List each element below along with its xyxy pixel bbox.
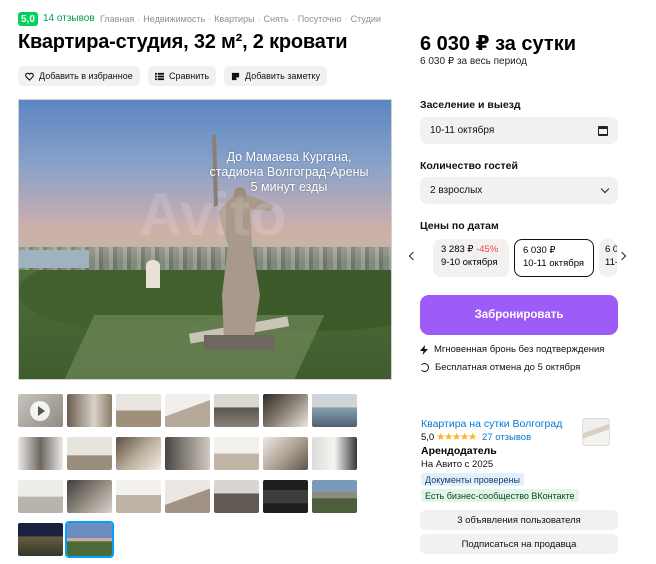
thumbnail[interactable] <box>67 394 112 427</box>
breadcrumb-realty[interactable]: Недвижимость <box>143 14 205 24</box>
breadcrumb-studios[interactable]: Студии <box>351 14 381 24</box>
date-card-price: 6 030 ₽ <box>523 245 556 256</box>
thumbnail[interactable] <box>263 437 308 470</box>
thumbnail[interactable] <box>18 523 63 556</box>
breadcrumb-separator: · <box>291 14 295 24</box>
price-total-period: 6 030 ₽ за весь период <box>420 56 527 67</box>
main-photo[interactable]: Avito До Мамаева Кургана, стадиона Волго… <box>18 99 392 380</box>
breadcrumb-separator: · <box>137 14 141 24</box>
add-note-button[interactable]: Добавить заметку <box>224 66 327 86</box>
seller-avatar[interactable] <box>582 418 610 446</box>
lightning-icon <box>420 344 428 355</box>
seller-rating-value: 5,0 <box>421 432 435 443</box>
thumbnail[interactable] <box>312 437 357 470</box>
seller-since: На Авито с 2025 <box>421 459 494 470</box>
compare-button[interactable]: Сравнить <box>148 66 217 86</box>
free-cancellation-info: Бесплатная отмена до 5 октября <box>420 362 580 373</box>
thumbnail[interactable] <box>116 437 161 470</box>
photo-caption-line: До Мамаева Кургана, <box>226 150 352 164</box>
free-cancellation-text: Бесплатная отмена до 5 октября <box>435 362 581 373</box>
rating-badge: 5,0 <box>18 12 38 26</box>
breadcrumb-separator: · <box>208 14 212 24</box>
date-card-discount: -45% <box>476 244 499 255</box>
note-icon <box>231 72 240 80</box>
date-price-card[interactable]: 3 283 ₽ -45% 9-10 октября <box>433 239 509 277</box>
add-to-favorites-label: Добавить в избранное <box>39 71 133 81</box>
thumbnail[interactable] <box>214 437 259 470</box>
date-card-dates: 10-11 октября <box>523 258 585 269</box>
seller-name-link[interactable]: Квартира на сутки Волгоград <box>421 418 562 430</box>
documents-verified-badge: Документы проверены <box>421 473 524 486</box>
thumbnail[interactable] <box>312 480 357 513</box>
thumbnail[interactable] <box>18 437 63 470</box>
thumbnail[interactable] <box>165 480 210 513</box>
thumbnail[interactable] <box>67 480 112 513</box>
photo-river <box>19 250 89 268</box>
thumbnail-selected[interactable] <box>65 521 114 558</box>
instant-booking-text: Мгновенная бронь без подтверждения <box>434 344 605 355</box>
thumbnail[interactable] <box>165 437 210 470</box>
breadcrumb-daily[interactable]: Посуточно <box>298 14 342 24</box>
prices-by-date-label: Цены по датам <box>420 220 499 232</box>
checkin-date-value: 10-11 октября <box>430 125 495 136</box>
play-icon <box>30 401 50 421</box>
thumbnail[interactable] <box>67 437 112 470</box>
chevron-left-icon[interactable] <box>408 251 418 261</box>
chevron-right-icon[interactable] <box>617 251 627 261</box>
date-price-card[interactable]: 6 0 11- <box>599 239 617 277</box>
vk-community-badge[interactable]: Есть бизнес-сообщество ВКонтакте <box>421 489 579 502</box>
heart-icon <box>25 72 34 81</box>
photo-caption-line: стадиона Волгоград-Арены <box>209 165 369 179</box>
thumbnail[interactable] <box>263 480 308 513</box>
thumbnail[interactable] <box>18 480 63 513</box>
guests-value: 2 взрослых <box>430 185 483 196</box>
compare-icon <box>155 72 164 80</box>
page-title: Квартира-студия, 32 м², 2 кровати <box>18 31 348 53</box>
chevron-down-icon <box>600 184 610 194</box>
seller-listings-button[interactable]: 3 объявления пользователя <box>420 510 618 530</box>
compare-label: Сравнить <box>169 71 210 81</box>
guests-select[interactable]: 2 взрослых <box>420 177 618 204</box>
thumbnail-video[interactable] <box>18 394 63 427</box>
reviews-link[interactable]: 14 отзывов <box>43 13 95 24</box>
breadcrumb-separator: · <box>344 14 348 24</box>
seller-rating: 5,0 ★★★★★ 27 отзывов <box>421 432 531 443</box>
calendar-icon <box>598 125 608 136</box>
photo-caption-line: 5 минут езды <box>250 180 328 194</box>
refund-icon <box>420 363 429 372</box>
add-to-favorites-button[interactable]: Добавить в избранное <box>18 66 140 86</box>
date-card-price: 6 0 <box>605 244 617 255</box>
date-price-card-selected[interactable]: 6 030 ₽ 10-11 октября <box>514 239 594 277</box>
price-per-night: 6 030 ₽ за сутки <box>420 33 577 55</box>
thumbnail[interactable] <box>116 480 161 513</box>
photo-caption: До Мамаева Кургана, стадиона Волгоград-А… <box>189 150 389 195</box>
checkin-label: Заселение и выезд <box>420 99 521 111</box>
breadcrumb-rent[interactable]: Снять <box>264 14 289 24</box>
date-card-dates: 11- <box>605 257 617 268</box>
star-rating-icon: ★★★★★ <box>436 432 477 443</box>
checkin-date-field[interactable]: 10-11 октября <box>420 117 618 144</box>
breadcrumb-home[interactable]: Главная <box>100 14 134 24</box>
breadcrumb: Главная · Недвижимость · Квартиры · Снят… <box>100 14 381 24</box>
thumbnail[interactable] <box>116 394 161 427</box>
thumbnail[interactable] <box>263 394 308 427</box>
book-button[interactable]: Забронировать <box>420 295 618 335</box>
seller-reviews-link[interactable]: 27 отзывов <box>482 432 531 443</box>
date-card-dates: 9-10 октября <box>441 257 498 268</box>
thumbnail[interactable] <box>312 394 357 427</box>
breadcrumb-separator: · <box>257 14 261 24</box>
subscribe-seller-button[interactable]: Подписаться на продавца <box>420 534 618 554</box>
instant-booking-info: Мгновенная бронь без подтверждения <box>420 344 604 355</box>
seller-role: Арендодатель <box>421 445 497 457</box>
date-card-price: 3 283 ₽ <box>441 244 474 255</box>
thumbnail[interactable] <box>165 394 210 427</box>
thumbnail[interactable] <box>214 480 259 513</box>
photo-church <box>146 260 160 288</box>
breadcrumb-apartments[interactable]: Квартиры <box>214 14 254 24</box>
guests-label: Количество гостей <box>420 160 518 172</box>
add-note-label: Добавить заметку <box>245 71 320 81</box>
thumbnail[interactable] <box>214 394 259 427</box>
